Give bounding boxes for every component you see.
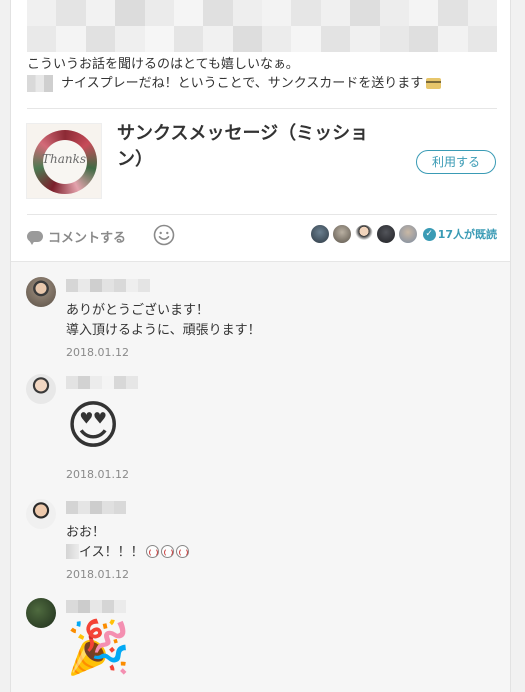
post-text-line2: ナイスプレーだね！ということで、サンクスカードを送ります [61,76,424,91]
smiley-icon[interactable] [153,224,175,246]
comment-list: ありがとうございます！ 導入頂けるように、頑張ります！ 2018.01.12 😍… [11,261,510,692]
post-text-line1: こういうお話を聞けるのはとても嬉しいなぁ。 [27,57,299,72]
thanks-card-text: Thanks [41,152,87,166]
reader-avatar [375,224,396,244]
baseball-icon [145,545,159,558]
action-row: コメントする ✓ 17人が既読 [27,224,497,250]
divider [27,214,497,215]
comment-text: ありがとうございます！ [66,303,210,318]
blurred-username [66,600,126,613]
speech-bubble-icon [27,230,43,245]
read-count: 17人が既読 [437,228,497,241]
credit-card-icon [426,78,442,89]
message-title: サンクスメッセージ（ミッション） [117,123,369,170]
party-popper-emoji-icon: 🎉 [66,618,131,678]
thanks-card-image[interactable]: Thanks [26,123,102,199]
comment-text: 導入頂けるように、頑張ります！ [66,323,261,338]
reader-avatar [331,224,352,244]
blurred-image [27,0,497,52]
avatar[interactable] [26,277,56,307]
post-card: こういうお話を聞けるのはとても嬉しいなぁ。 ナイスプレーだね！ということで、サン… [10,0,511,692]
heart-eyes-emoji-icon: 😍 [66,396,121,456]
post-text: こういうお話を聞けるのはとても嬉しいなぁ。 ナイスプレーだね！ということで、サン… [27,55,497,93]
reader-avatar [309,224,330,244]
blurred-mention [27,75,53,92]
reader-avatar [353,224,374,244]
blurred-username [66,376,138,389]
comment-body: おお！ イス！！！ [66,523,189,563]
comment-date: 2018.01.12 [66,346,129,359]
comment-text: イス！！！ [79,545,144,560]
avatar[interactable] [26,598,56,628]
baseball-icon [160,545,174,558]
comment-text: おお！ [66,525,106,540]
comment-button-label: コメントする [48,231,127,246]
avatar[interactable] [26,499,56,529]
check-icon: ✓ [422,227,436,241]
read-by-list[interactable]: ✓ 17人が既読 [308,224,497,244]
use-button[interactable]: 利用する [416,150,496,174]
divider [27,108,497,109]
comment-date: 2018.01.12 [66,468,129,481]
blurred-username [66,501,126,514]
baseball-icon [175,545,189,558]
comment-date: 2018.01.12 [66,568,129,581]
reader-avatar [397,224,418,244]
comment-button[interactable]: コメントする [27,227,126,246]
blurred-text [66,544,79,559]
blurred-username [66,279,150,292]
avatar[interactable] [26,374,56,404]
comment-body: ありがとうございます！ 導入頂けるように、頑張ります！ [66,301,261,341]
